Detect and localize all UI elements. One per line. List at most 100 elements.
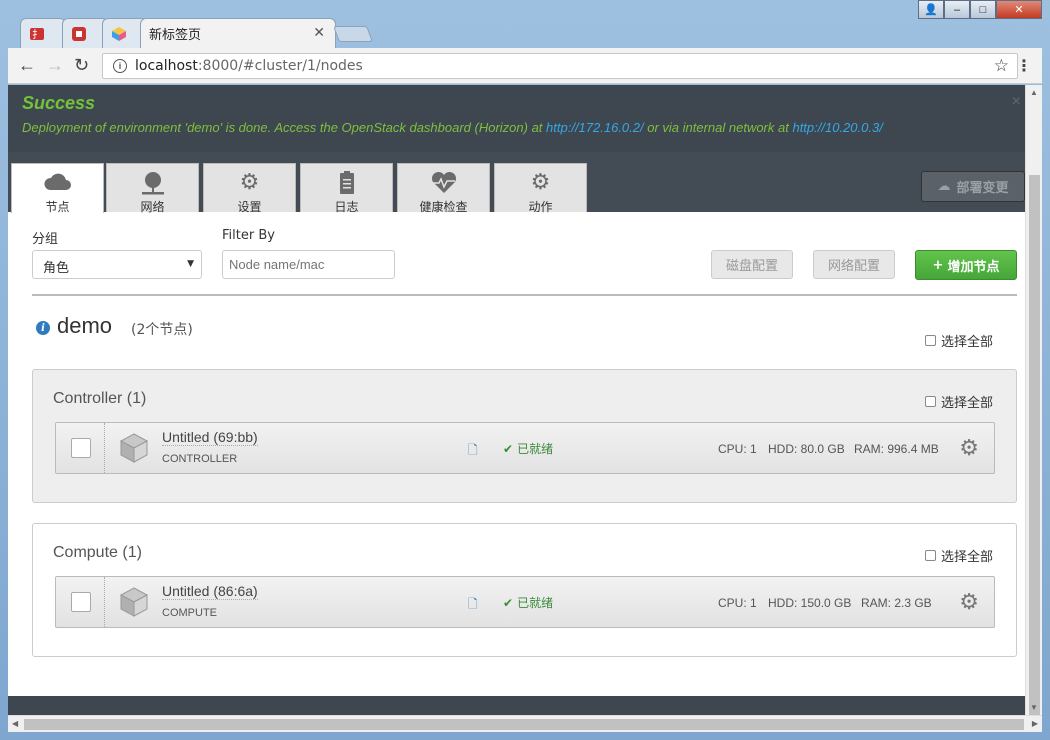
vertical-scrollbar[interactable]: ▲ ▼ (1025, 85, 1042, 730)
horizon-link[interactable]: http://172.16.0.2/ (546, 120, 644, 135)
alert-message: Deployment of environment 'demo' is done… (22, 120, 883, 135)
check-icon: ✔ (503, 596, 514, 610)
node-role: CONTROLLER (162, 453, 238, 465)
close-window-button[interactable]: ✕ (996, 0, 1042, 19)
horizontal-scrollbar[interactable]: ◀ ▶ (8, 715, 1042, 732)
row-separator (104, 577, 105, 627)
filter-label: Filter By (222, 228, 275, 243)
network-icon (141, 172, 164, 195)
group-select[interactable]: 角色 ▼ (32, 250, 202, 279)
tab-title: 新标签页 (149, 28, 202, 43)
info-icon[interactable]: i (113, 59, 127, 73)
plus-icon: + (932, 257, 944, 273)
alert-message-prefix: Deployment of environment 'demo' is done… (22, 120, 547, 135)
network-config-button[interactable]: 网络配置 (813, 250, 895, 279)
disk-config-button[interactable]: 磁盘配置 (711, 250, 793, 279)
node-hdd: HDD: 80.0 GB (768, 442, 845, 456)
cluster-node-count: (2个节点) (131, 322, 193, 338)
row-separator (104, 423, 105, 473)
tab-settings[interactable]: ⚙ 设置 (203, 163, 296, 214)
cloud-icon (43, 173, 71, 190)
server-cube-icon (119, 587, 149, 617)
minimize-button[interactable]: – (944, 0, 970, 19)
reload-icon[interactable]: ↻ (74, 55, 89, 76)
select-all-compute[interactable]: 选择全部 (925, 546, 993, 565)
node-name[interactable]: Untitled (69:bb) (162, 429, 258, 446)
node-row[interactable]: Untitled (86:6a) COMPUTE 🗋 ✔ 已就绪 CPU: 1 H… (55, 576, 995, 628)
node-checkbox[interactable] (71, 592, 91, 612)
scroll-thumb[interactable] (1029, 175, 1040, 730)
deploy-changes-button[interactable]: ☁ 部署变更 (921, 171, 1025, 202)
scroll-thumb[interactable] (24, 719, 1024, 730)
cluster-name: demo (57, 313, 113, 338)
gears-icon: ⚙ (530, 170, 551, 195)
select-all-checkbox[interactable] (925, 396, 936, 407)
node-status-text: 已就绪 (517, 596, 554, 610)
scroll-down-icon[interactable]: ▼ (1030, 703, 1038, 712)
node-name[interactable]: Untitled (86:6a) (162, 583, 258, 600)
filter-input[interactable] (222, 250, 395, 279)
address-toolbar: ← → ↻ i localhost:8000/#cluster/1/nodes … (8, 48, 1042, 84)
caret-down-icon: ▼ (187, 259, 194, 269)
tab-health-check[interactable]: 健康检查 (397, 163, 490, 214)
bookmark-star-icon[interactable]: ☆ (994, 56, 1009, 76)
select-all-cluster[interactable]: 选择全部 (925, 331, 993, 350)
select-all-controller[interactable]: 选择全部 (925, 392, 993, 411)
scroll-up-icon[interactable]: ▲ (1030, 88, 1038, 97)
node-row[interactable]: Untitled (69:bb) CONTROLLER 🗋 ✔ 已就绪 CPU: … (55, 422, 995, 474)
info-circle-icon: i (36, 321, 50, 335)
node-checkbox[interactable] (71, 438, 91, 458)
browser-tab-1[interactable]: 扌 (20, 18, 66, 48)
node-cpu: CPU: 1 (718, 596, 757, 610)
divider (32, 294, 1017, 296)
node-role: COMPUTE (162, 607, 217, 619)
url-path: :8000/#cluster/1/nodes (197, 58, 363, 74)
select-all-label: 选择全部 (941, 335, 994, 350)
new-tab-button[interactable] (333, 26, 373, 42)
alert-message-mid: or via internal network at (643, 120, 793, 135)
add-nodes-button[interactable]: + 增加节点 (915, 250, 1017, 280)
tab-logs[interactable]: 日志 (300, 163, 393, 214)
tab-actions[interactable]: ⚙ 动作 (494, 163, 587, 214)
internal-network-link[interactable]: http://10.20.0.3/ (792, 120, 882, 135)
select-all-label: 选择全部 (941, 550, 994, 565)
address-bar[interactable]: i localhost:8000/#cluster/1/nodes ☆ (102, 53, 1018, 79)
tab-network[interactable]: 网络 (106, 163, 199, 214)
scroll-right-icon[interactable]: ▶ (1032, 719, 1038, 728)
maximize-button[interactable]: □ (970, 0, 996, 19)
tab-strip: 扌 新标签页 ✕ 👤 – □ ✕ (0, 0, 1050, 48)
node-status-text: 已就绪 (517, 442, 554, 456)
user-icon[interactable]: 👤 (918, 0, 944, 19)
page-footer (8, 696, 1025, 715)
color-cube-icon (112, 26, 126, 41)
cluster-tabs: 节点 网络 ⚙ 设置 日志 健康检查 ⚙ 动作 ☁ 部署变更 (8, 152, 1025, 214)
back-icon[interactable]: ← (18, 55, 36, 76)
forward-icon[interactable]: → (46, 55, 64, 76)
close-tab-icon[interactable]: ✕ (313, 25, 325, 41)
add-nodes-label: 增加节点 (947, 259, 1000, 275)
controller-group: Controller (1) 选择全部 Untitled (69:bb) CON… (32, 369, 1017, 503)
browser-tab-newtab[interactable]: 新标签页 ✕ (140, 18, 336, 48)
compute-group: Compute (1) 选择全部 Untitled (86:6a) COMPUT… (32, 523, 1017, 657)
server-cube-icon (119, 433, 149, 463)
svg-text:扌: 扌 (32, 28, 42, 41)
group-label: 分组 (32, 232, 59, 247)
alert-close-icon[interactable]: × (1012, 93, 1021, 111)
page-viewport: Success Deployment of environment 'demo'… (8, 85, 1025, 715)
file-icon[interactable]: 🗋 (468, 441, 478, 462)
gear-icon: ⚙ (239, 170, 260, 195)
node-status: ✔ 已就绪 (503, 440, 553, 457)
group-select-value: 角色 (43, 261, 70, 276)
file-icon[interactable]: 🗋 (468, 595, 478, 616)
menu-dots-icon[interactable]: ⋮ (1016, 56, 1032, 76)
select-all-checkbox[interactable] (925, 335, 936, 346)
node-hdd: HDD: 150.0 GB (768, 596, 852, 610)
node-settings-gear-icon[interactable]: ⚙ (959, 435, 979, 461)
select-all-checkbox[interactable] (925, 550, 936, 561)
node-settings-gear-icon[interactable]: ⚙ (959, 589, 979, 615)
red-logo-icon: 扌 (30, 27, 44, 41)
url-host: localhost (135, 58, 198, 74)
node-ram: RAM: 2.3 GB (861, 596, 932, 610)
scroll-left-icon[interactable]: ◀ (12, 719, 18, 728)
tab-nodes[interactable]: 节点 (11, 163, 104, 214)
